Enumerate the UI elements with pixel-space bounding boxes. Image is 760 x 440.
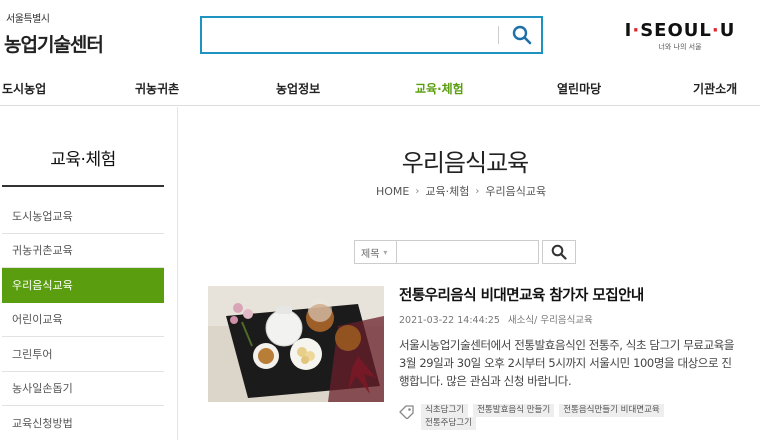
logo-caption[interactable]: 서울특별시 — [6, 10, 50, 25]
board-search-button[interactable] — [542, 240, 576, 264]
tag-chip[interactable]: 전통주담그기 — [421, 417, 476, 430]
nav-item-about[interactable]: 기관소개 — [693, 80, 737, 97]
nav-item-open-forum[interactable]: 열린마당 — [557, 80, 601, 97]
nav-item-education[interactable]: 교육·체험 — [415, 80, 464, 97]
sidebar-divider — [2, 185, 164, 187]
search-divider — [498, 26, 499, 44]
page-title: 우리음식교육 — [401, 149, 529, 177]
seoul-brand-mark: I·SEOUL·U — [624, 20, 736, 41]
tag-chip[interactable]: 식초담그기 — [421, 404, 469, 417]
seoul-brand-logo[interactable]: I·SEOUL·U 너와 나의 서울 — [620, 20, 740, 52]
tag-icon — [399, 404, 415, 423]
seoul-brand-tagline: 너와 나의 서울 — [658, 43, 702, 51]
nav-item-farm-info[interactable]: 농업정보 — [276, 80, 320, 97]
search-icon — [512, 25, 532, 45]
sidebar-item-green-tour[interactable]: 그린투어 — [2, 337, 164, 372]
site-logo[interactable]: 농업기술센터 — [4, 30, 104, 57]
sidebar-item-kids-edu[interactable]: 어린이교육 — [2, 303, 164, 337]
sidebar-item-apply-method[interactable]: 교육신청방법 — [2, 406, 164, 440]
breadcrumb: HOME › 교육·체험 › 우리음식교육 — [376, 183, 546, 199]
site-header: 서울특별시 농업기술센터 I·SEOUL·U 너와 나의 서울 — [0, 0, 760, 70]
search-input[interactable] — [202, 18, 496, 52]
article-title[interactable]: 전통우리음식 비대면교육 참가자 모집안내 — [399, 284, 644, 305]
sidebar-item-return-farming-edu[interactable]: 귀농귀촌교육 — [2, 234, 164, 268]
article-category: 새소식/ 우리음식교육 — [507, 315, 593, 326]
main-nav: 도시농업 귀농귀촌 농업정보 교육·체험 열린마당 기관소개 — [0, 72, 760, 106]
sidebar-menu: 도시농업교육 귀농귀촌교육 우리음식교육 어린이교육 그린투어 농사일손돕기 교… — [2, 199, 164, 440]
article-thumbnail-image — [208, 286, 384, 402]
chevron-right-icon: › — [415, 185, 420, 197]
article-thumbnail[interactable] — [208, 286, 384, 402]
sidebar: 교육·체험 도시농업교육 귀농귀촌교육 우리음식교육 어린이교육 그린투어 농사… — [0, 107, 178, 440]
nav-item-urban-farming[interactable]: 도시농업 — [2, 80, 46, 97]
breadcrumb-education[interactable]: 교육·체험 — [425, 183, 469, 199]
sidebar-item-farm-help[interactable]: 농사일손돕기 — [2, 372, 164, 406]
breadcrumb-home[interactable]: HOME — [376, 185, 409, 198]
article-meta: 2021-03-22 14:44:25 새소식/ 우리음식교육 — [399, 312, 593, 326]
sidebar-item-urban-farming-edu[interactable]: 도시농업교육 — [2, 199, 164, 234]
nav-item-return-farming[interactable]: 귀농귀촌 — [135, 80, 179, 97]
breadcrumb-current[interactable]: 우리음식교육 — [485, 183, 546, 199]
global-search — [200, 16, 543, 54]
sidebar-item-korean-food-edu[interactable]: 우리음식교육 — [2, 268, 164, 303]
chevron-right-icon: › — [475, 185, 480, 197]
tag-chip[interactable]: 전통음식만들기 비대면교육 — [559, 404, 664, 417]
search-field-value: 제목 — [361, 248, 380, 260]
article-summary[interactable]: 서울시농업기술센터에서 전통발효음식인 전통주, 식초 담그기 무료교육을 3월… — [399, 336, 739, 390]
board-search-input[interactable] — [396, 240, 539, 264]
tag-chip[interactable]: 전통발효음식 만들기 — [473, 404, 555, 417]
search-field-select[interactable]: 제목 ▾ — [354, 240, 396, 264]
article-date: 2021-03-22 14:44:25 — [399, 315, 500, 326]
article-tags: 식초담그기 전통발효음식 만들기 전통음식만들기 비대면교육전통주담그기 — [421, 404, 721, 430]
search-button[interactable] — [502, 18, 542, 52]
sidebar-title: 교육·체험 — [50, 150, 116, 170]
search-icon — [551, 244, 567, 260]
chevron-down-icon: ▾ — [383, 247, 388, 257]
